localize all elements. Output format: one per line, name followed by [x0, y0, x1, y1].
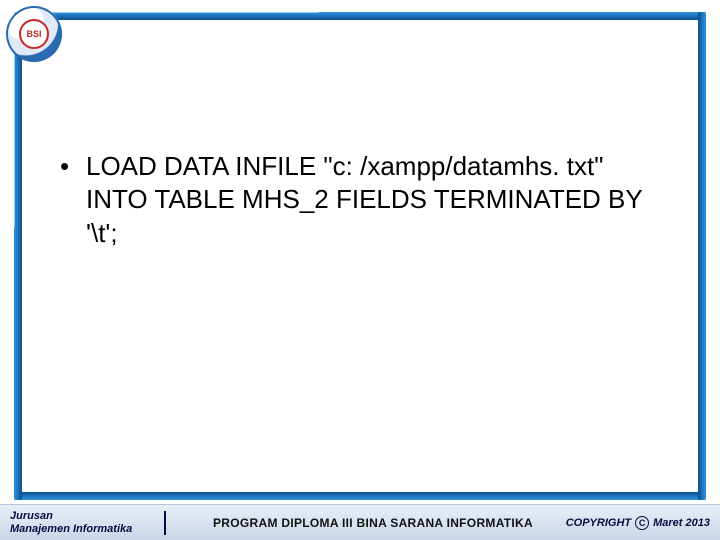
copyright-label: COPYRIGHT	[566, 517, 631, 529]
footer-center: PROGRAM DIPLOMA III BINA SARANA INFORMAT…	[180, 516, 565, 530]
footer-date: Maret 2013	[653, 517, 710, 529]
footer-left: Jurusan Manajemen Informatika	[10, 510, 148, 534]
bullet-list: LOAD DATA INFILE "c: /xampp/datamhs. txt…	[60, 150, 660, 250]
institution-logo: BSI	[6, 6, 62, 62]
logo-text: BSI	[19, 19, 49, 49]
decorative-frame	[14, 12, 706, 500]
footer-left-line1: Jurusan	[10, 510, 132, 522]
bullet-item-sql: LOAD DATA INFILE "c: /xampp/datamhs. txt…	[60, 150, 660, 250]
slide-content: LOAD DATA INFILE "c: /xampp/datamhs. txt…	[60, 150, 660, 250]
frame-corner-bottom-left	[14, 227, 402, 500]
slide: BSI LOAD DATA INFILE "c: /xampp/datamhs.…	[0, 0, 720, 540]
footer-left-line2: Manajemen Informatika	[10, 523, 132, 535]
footer-separator	[164, 511, 166, 535]
frame-corner-bottom-right	[318, 227, 706, 500]
footer-right: COPYRIGHT C Maret 2013	[566, 516, 710, 530]
copyright-icon: C	[635, 516, 649, 530]
footer-bar: Jurusan Manajemen Informatika PROGRAM DI…	[0, 504, 720, 540]
